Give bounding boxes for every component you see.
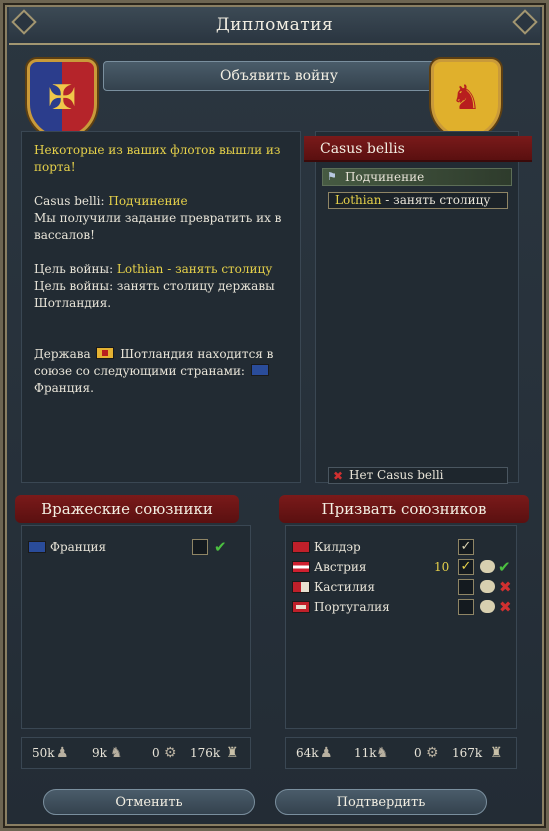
list-item: Португалия ✖ <box>292 598 512 616</box>
no-cb-label: Нет Casus belli <box>349 468 444 482</box>
cb-description: Мы получили задание превратить их в васс… <box>34 211 282 242</box>
cavalry-icon: ♞ <box>110 745 123 761</box>
ally-checkbox[interactable]: ✓ <box>458 539 474 555</box>
casus-belli-panel: Casus bellis ⚑ Подчинение Lothian - заня… <box>304 131 532 484</box>
alliance-prefix: Держава <box>34 347 95 361</box>
no-casus-belli-option[interactable]: ✖ Нет Casus belli <box>328 467 508 484</box>
casus-belli-header: Casus bellis <box>304 136 532 162</box>
kildare-flag-icon <box>292 541 310 553</box>
portugal-flag-icon <box>292 601 310 613</box>
infantry-count: 50k <box>32 746 55 760</box>
chat-bubble-icon <box>480 580 495 593</box>
title-bar: Дипломатия <box>9 7 540 45</box>
trust-value: 10 <box>434 560 450 574</box>
cavalry-count: 9k <box>92 746 107 760</box>
goal-description: Цель войны: занять столицу державы Шотла… <box>34 279 275 310</box>
diplomacy-window: Дипломатия ✠ Объявить войну ♞ Некоторые … <box>0 0 549 831</box>
war-goal-summary: Цель войны: Lothian - занять столицу Цел… <box>34 261 288 312</box>
cb-type-row[interactable]: ⚑ Подчинение <box>322 168 512 186</box>
lion-icon: ✠ <box>47 78 77 118</box>
cross-icon: ✖ <box>499 598 512 616</box>
list-item: Франция ✔ <box>28 538 244 556</box>
artillery-count: 0 <box>152 746 160 760</box>
cb-goal-highlight: Lothian <box>335 193 382 207</box>
ally-checkbox[interactable] <box>458 599 474 615</box>
ally-name: Кастилия <box>314 580 375 594</box>
army-total: 176k <box>190 746 221 760</box>
enemy-allies-header: Вражеские союзники <box>15 495 239 523</box>
ally-name: Франция <box>50 540 107 554</box>
call-allies-title: Призвать союзников <box>321 500 487 518</box>
cross-icon: ✖ <box>499 578 512 596</box>
allies-strength-bar: 64k ♟ 11k ♞ 0 ⚙ 167k ♜ <box>285 737 517 769</box>
fleet-warning: Некоторые из ваших флотов вышли из порта… <box>34 143 281 174</box>
ally-name: Португалия <box>314 600 390 614</box>
chat-bubble-icon <box>480 600 495 613</box>
artillery-icon: ⚙ <box>164 745 177 761</box>
cross-icon: ✖ <box>333 469 344 483</box>
ally-checkbox[interactable] <box>458 579 474 595</box>
cb-goal-option[interactable]: Lothian - занять столицу <box>328 192 508 209</box>
enemy-strength-bar: 50k ♟ 9k ♞ 0 ⚙ 176k ♜ <box>21 737 251 769</box>
cavalry-icon: ♞ <box>376 745 389 761</box>
castile-flag-icon <box>292 581 310 593</box>
confirm-label: Подтвердить <box>336 794 426 810</box>
call-allies-header: Призвать союзников <box>279 495 529 523</box>
cancel-button[interactable]: Отменить <box>43 789 255 815</box>
enemy-allies-list: Франция ✔ <box>21 525 251 729</box>
cb-goal-rest: - занять столицу <box>381 193 491 207</box>
goal-value: Lothian - занять столицу <box>116 262 273 276</box>
confirm-button[interactable]: Подтвердить <box>275 789 487 815</box>
france-flag-icon <box>250 364 269 376</box>
target-crest: ♞ <box>431 59 501 139</box>
artillery-count: 0 <box>414 746 422 760</box>
cb-value: Подчинение <box>108 194 188 208</box>
enemy-ally-checkbox[interactable] <box>192 539 208 555</box>
ally-name: Австрия <box>314 560 367 574</box>
list-item: Кастилия ✖ <box>292 578 512 596</box>
alliance-ally: Франция. <box>34 381 94 395</box>
ally-checkbox[interactable]: ✓ <box>458 559 474 575</box>
cb-type-label: Подчинение <box>345 170 425 184</box>
list-item: Килдэр ✓ <box>292 538 508 556</box>
player-crest: ✠ <box>27 59 97 139</box>
cancel-label: Отменить <box>115 794 183 810</box>
flag-pennant-icon: ⚑ <box>327 170 337 183</box>
call-allies-list: Килдэр ✓ Австрия 10 ✓ ✔ Кастилия ✖ Порту… <box>285 525 517 729</box>
cb-summary: Casus belli: Подчинение Мы получили зада… <box>34 193 288 244</box>
cavalry-count: 11k <box>354 746 377 760</box>
window-title: Дипломатия <box>215 15 334 35</box>
austria-flag-icon <box>292 561 310 573</box>
goal-prefix: Цель войны: <box>34 262 117 276</box>
army-total-icon: ♜ <box>490 745 503 761</box>
cb-prefix: Casus belli: <box>34 194 109 208</box>
infantry-count: 64k <box>296 746 319 760</box>
france-flag-icon <box>28 541 46 553</box>
corner-ornament-right <box>512 9 538 35</box>
infantry-icon: ♟ <box>56 745 69 761</box>
alliance-note: Держава Шотландия находится в союзе со с… <box>34 346 288 397</box>
infantry-icon: ♟ <box>320 745 333 761</box>
scotland-flag-icon <box>96 347 115 359</box>
chat-bubble-icon <box>480 560 495 573</box>
army-total: 167k <box>452 746 483 760</box>
ally-name: Килдэр <box>314 540 361 554</box>
army-total-icon: ♜ <box>226 745 239 761</box>
check-icon: ✔ <box>498 558 511 576</box>
lion-rampant-icon: ♞ <box>450 78 482 118</box>
check-icon: ✔ <box>214 538 227 556</box>
corner-ornament-left <box>11 9 37 35</box>
artillery-icon: ⚙ <box>426 745 439 761</box>
declare-war-banner: Объявить войну <box>103 61 455 91</box>
declare-war-label: Объявить войну <box>220 68 338 84</box>
list-item: Австрия 10 ✓ ✔ <box>292 558 511 576</box>
war-info-panel: Некоторые из ваших флотов вышли из порта… <box>21 131 301 483</box>
enemy-allies-title: Вражеские союзники <box>41 500 213 518</box>
